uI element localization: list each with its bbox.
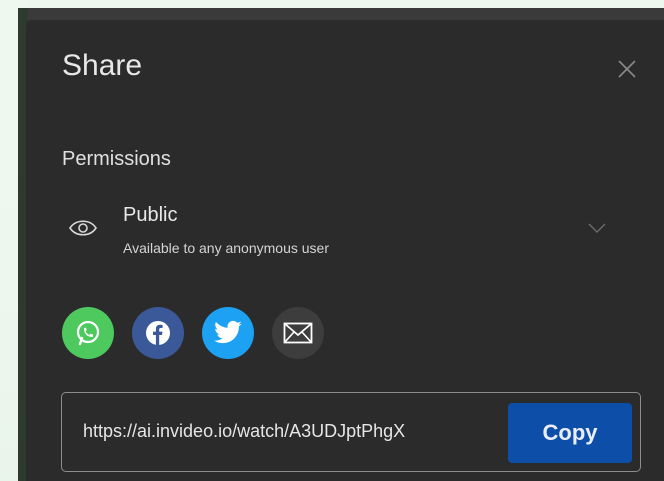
whatsapp-icon (76, 320, 100, 346)
share-link-url[interactable]: https://ai.invideo.io/watch/A3UDJptPhgX (83, 421, 405, 442)
twitter-share-button[interactable] (202, 307, 254, 359)
eye-icon (69, 220, 97, 236)
dialog-title: Share (62, 49, 143, 82)
twitter-icon (214, 320, 242, 344)
permission-title: Public (123, 204, 178, 226)
permissions-heading: Permissions (62, 148, 171, 170)
permission-dropdown[interactable]: Public Available to any anonymous user (62, 200, 622, 260)
share-dialog: Share Permissions Public Available to an… (26, 20, 664, 481)
facebook-icon (146, 321, 170, 345)
chevron-down-icon (588, 223, 606, 233)
copy-button[interactable]: Copy (508, 403, 632, 463)
mail-icon (283, 322, 313, 344)
permission-subtitle: Available to any anonymous user (123, 240, 329, 256)
close-icon[interactable] (615, 57, 639, 81)
whatsapp-share-button[interactable] (62, 307, 114, 359)
share-link-box: https://ai.invideo.io/watch/A3UDJptPhgX … (61, 392, 641, 472)
facebook-share-button[interactable] (132, 307, 184, 359)
email-share-button[interactable] (272, 307, 324, 359)
